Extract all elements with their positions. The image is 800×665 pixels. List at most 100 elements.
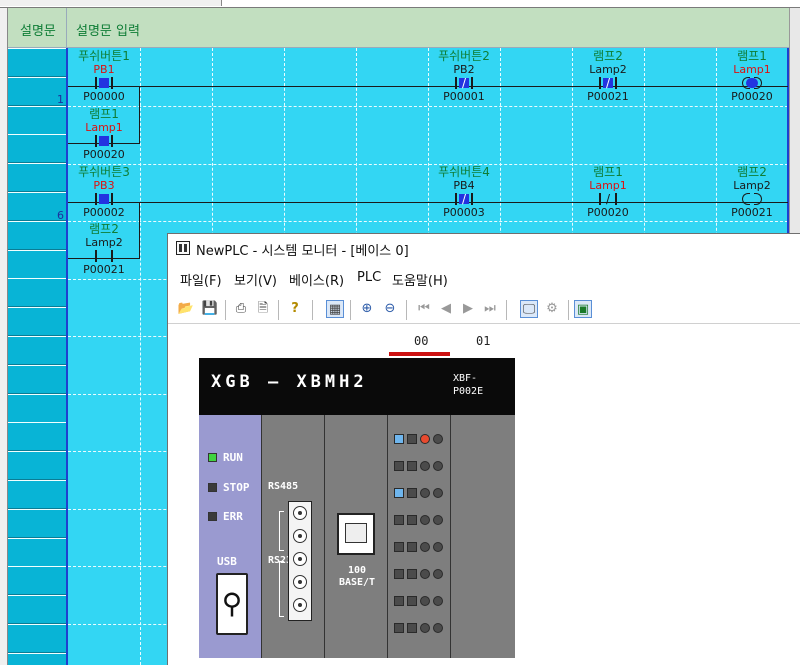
io-led-icon bbox=[433, 569, 443, 579]
contact-pb4[interactable]: 푸쉬버튼4 PB4 / P00003 bbox=[426, 165, 502, 219]
menu-help[interactable]: 도움말(H) bbox=[392, 270, 448, 289]
toolbar-separator bbox=[225, 300, 226, 320]
menu-base[interactable]: 베이스(R) bbox=[289, 270, 344, 289]
toolbar-separator bbox=[350, 300, 351, 320]
row-header-cell[interactable] bbox=[8, 624, 68, 653]
menu-plc[interactable]: PLC bbox=[357, 270, 381, 285]
io-led-icon bbox=[420, 488, 430, 498]
comment-input-text[interactable]: 설명문 입력 bbox=[76, 20, 140, 39]
system-monitor-window[interactable]: NewPLC - 시스템 모니터 - [베이스 0] 파일(F) 보기(V) 베… bbox=[167, 233, 800, 665]
coil-lamp2[interactable]: 램프2 Lamp2 P00021 bbox=[714, 165, 790, 219]
print-icon[interactable]: ⎙ bbox=[232, 300, 250, 318]
row-header-cell[interactable] bbox=[8, 278, 68, 307]
expansion-module[interactable] bbox=[451, 415, 515, 658]
row-header-cell[interactable] bbox=[8, 365, 68, 394]
row-header-cell[interactable] bbox=[8, 566, 68, 595]
contact-lamp2-nc[interactable]: 램프2 Lamp2 / P00021 bbox=[570, 49, 646, 103]
app-icon bbox=[176, 241, 190, 255]
io-led-icon bbox=[407, 542, 417, 552]
row-header-cell[interactable] bbox=[8, 134, 68, 163]
contact-pb3[interactable]: 푸쉬버튼3 PB3 P00002 bbox=[66, 165, 142, 219]
save-icon[interactable]: 💾 bbox=[201, 300, 219, 318]
ethernet-label: 100 BASE/T bbox=[338, 565, 376, 588]
coil-symbol: Lamp1 bbox=[733, 63, 771, 76]
help-icon[interactable]: ? bbox=[286, 300, 304, 318]
row-header-cell[interactable] bbox=[8, 509, 68, 538]
row-header-cell[interactable] bbox=[8, 250, 68, 279]
contact-lamp1-seal[interactable]: 램프1 Lamp1 P00020 bbox=[66, 107, 142, 161]
base-view-icon[interactable]: ▦ bbox=[326, 300, 344, 318]
comm-module[interactable]: RS485 RS232C bbox=[262, 415, 325, 658]
row-header-cell[interactable] bbox=[8, 451, 68, 480]
zoom-in-icon[interactable]: ⊕ bbox=[358, 300, 376, 318]
row-header-cell[interactable] bbox=[8, 653, 68, 665]
contact-address: P00020 bbox=[587, 206, 629, 219]
row-header-cell[interactable] bbox=[8, 221, 68, 250]
contact-comment: 푸쉬버튼4 bbox=[438, 165, 490, 179]
comment-row[interactable]: 설명문 설명문 입력 bbox=[8, 8, 790, 48]
row-header-cell[interactable] bbox=[8, 106, 68, 135]
last-icon[interactable]: ⏭ bbox=[481, 300, 499, 318]
contact-lamp1-nc[interactable]: 램프1 Lamp1 / P00020 bbox=[570, 165, 646, 219]
module-info-icon[interactable]: ⚙ bbox=[543, 300, 561, 318]
open-icon[interactable]: 📂 bbox=[177, 300, 195, 318]
coil-off-icon bbox=[737, 192, 767, 206]
row-header-cell[interactable] bbox=[8, 538, 68, 567]
coil-address: P00020 bbox=[731, 90, 773, 103]
led-err: ERR bbox=[208, 510, 243, 523]
cpu-module[interactable]: RUN STOP ERR USB ⚲ bbox=[199, 415, 262, 658]
rs485-label: RS485 bbox=[268, 481, 299, 492]
coil-comment: 램프1 bbox=[737, 49, 767, 63]
io-led-icon bbox=[407, 461, 417, 471]
io-led-icon bbox=[433, 596, 443, 606]
rs232-label: RS232C bbox=[268, 555, 305, 566]
io-led-icon bbox=[433, 488, 443, 498]
terminal-screw-icon bbox=[293, 598, 307, 612]
contact-symbol: Lamp1 bbox=[589, 179, 627, 192]
io-module[interactable] bbox=[388, 415, 451, 658]
menu-file[interactable]: 파일(F) bbox=[180, 270, 222, 289]
led-label: STOP bbox=[223, 481, 250, 494]
monitor-icon[interactable]: 🖵 bbox=[520, 300, 538, 318]
comment-label: 설명문 bbox=[20, 24, 56, 39]
contact-symbol: Lamp1 bbox=[85, 121, 123, 134]
window-title-bar[interactable]: NewPLC - 시스템 모니터 - [베이스 0] bbox=[168, 234, 800, 262]
contact-comment: 램프1 bbox=[593, 165, 623, 179]
contact-lamp2-seal[interactable]: 램프2 Lamp2 P00021 bbox=[66, 222, 142, 276]
row-header-cell[interactable] bbox=[8, 163, 68, 192]
coil-comment: 램프2 bbox=[737, 165, 767, 179]
toolbar: 📂 💾 ⎙ 🗎 ? ▦ ⊕ ⊖ ⏮ ◀ ▶ ⏭ 🖵 ⚙ ▣ bbox=[168, 296, 800, 324]
prev-icon[interactable]: ◀ bbox=[437, 300, 455, 318]
contact-symbol: PB2 bbox=[453, 63, 475, 76]
editor-tab[interactable] bbox=[0, 0, 222, 6]
ethernet-module[interactable]: 100 BASE/T bbox=[325, 415, 388, 658]
row-header-cell[interactable] bbox=[8, 336, 68, 365]
row-header-cell[interactable] bbox=[8, 307, 68, 336]
base-view-area: 00 01 XGB — XBMH2 XBF- P002E RUN STOP ER… bbox=[168, 326, 800, 665]
zoom-out-icon[interactable]: ⊖ bbox=[381, 300, 399, 318]
contact-pb2[interactable]: 푸쉬버튼2 PB2 / P00001 bbox=[426, 49, 502, 103]
contact-address: P00003 bbox=[443, 206, 485, 219]
led-label: ERR bbox=[223, 510, 243, 523]
row-header-cell[interactable] bbox=[8, 394, 68, 423]
row-header-cell[interactable] bbox=[8, 48, 68, 77]
nc-contact-on-icon: / bbox=[593, 76, 623, 90]
terminal-screw-icon bbox=[293, 529, 307, 543]
row-header-cell[interactable] bbox=[8, 422, 68, 451]
grid-row-line bbox=[68, 221, 788, 222]
contact-pb1[interactable]: 푸쉬버튼1 PB1 P00000 bbox=[66, 49, 142, 103]
plc-base-unit[interactable]: XGB — XBMH2 XBF- P002E RUN STOP ERR USB … bbox=[199, 358, 515, 658]
row-header-cell[interactable] bbox=[8, 480, 68, 509]
next-icon[interactable]: ▶ bbox=[459, 300, 477, 318]
coil-lamp1[interactable]: 램프1 Lamp1 P00020 bbox=[714, 49, 790, 103]
print-preview-icon[interactable]: 🗎 bbox=[254, 300, 272, 318]
led-run: RUN bbox=[208, 451, 243, 464]
grid-row-line bbox=[68, 106, 788, 107]
contact-symbol: Lamp2 bbox=[85, 236, 123, 249]
first-icon[interactable]: ⏮ bbox=[415, 300, 433, 318]
menu-view[interactable]: 보기(V) bbox=[234, 270, 277, 289]
nc-contact-on-icon: / bbox=[449, 76, 479, 90]
nc-contact-on-icon: / bbox=[449, 192, 479, 206]
row-header-cell[interactable] bbox=[8, 595, 68, 624]
system-icon[interactable]: ▣ bbox=[574, 300, 592, 318]
